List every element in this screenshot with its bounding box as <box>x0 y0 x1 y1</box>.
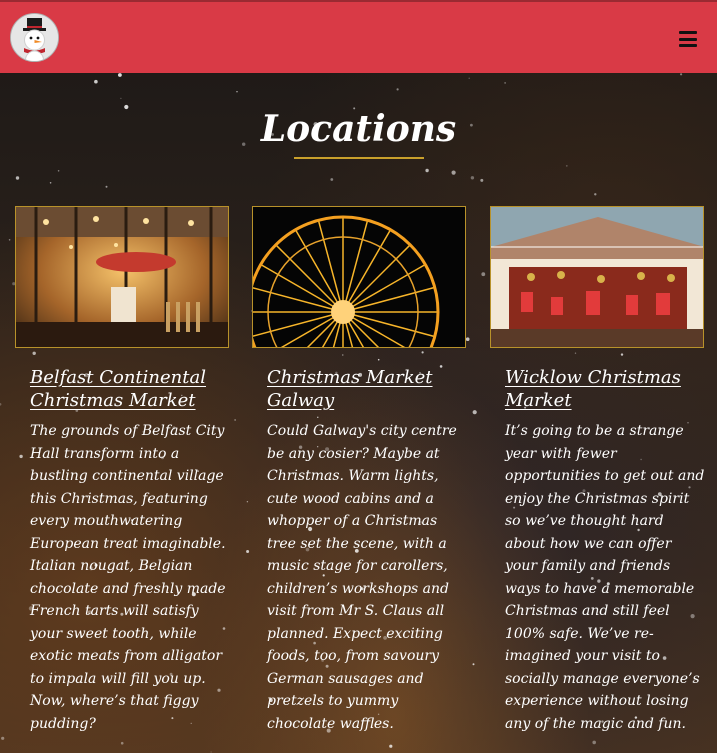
section-title: Locations <box>260 108 457 150</box>
location-card-wicklow: Wicklow Christmas Market It’s going to b… <box>490 206 704 735</box>
location-title-link[interactable]: Christmas Market Galway <box>267 366 462 412</box>
location-card-galway: Christmas Market Galway Could Galway's c… <box>252 206 466 735</box>
snowman-logo[interactable] <box>10 13 59 62</box>
location-title-link[interactable]: Belfast Continental Christmas Market <box>30 366 225 412</box>
location-description: It’s going to be a strange year with few… <box>505 423 705 732</box>
location-description: Could Galway's city centre be any cosier… <box>267 423 457 732</box>
location-description: The grounds of Belfast City Hall transfo… <box>30 423 226 732</box>
navbar <box>0 0 717 73</box>
location-title-link[interactable]: Wicklow Christmas Market <box>505 366 700 412</box>
snowman-icon <box>11 14 58 61</box>
market-stall-photo <box>490 206 704 348</box>
title-underline <box>294 157 424 159</box>
location-card-belfast: Belfast Continental Christmas Market The… <box>15 206 229 735</box>
carousel-photo <box>15 206 229 348</box>
page: Locations Belfast Continental Christmas … <box>0 0 717 753</box>
hamburger-menu-icon[interactable] <box>679 31 697 47</box>
ferris-wheel-photo <box>252 206 466 348</box>
